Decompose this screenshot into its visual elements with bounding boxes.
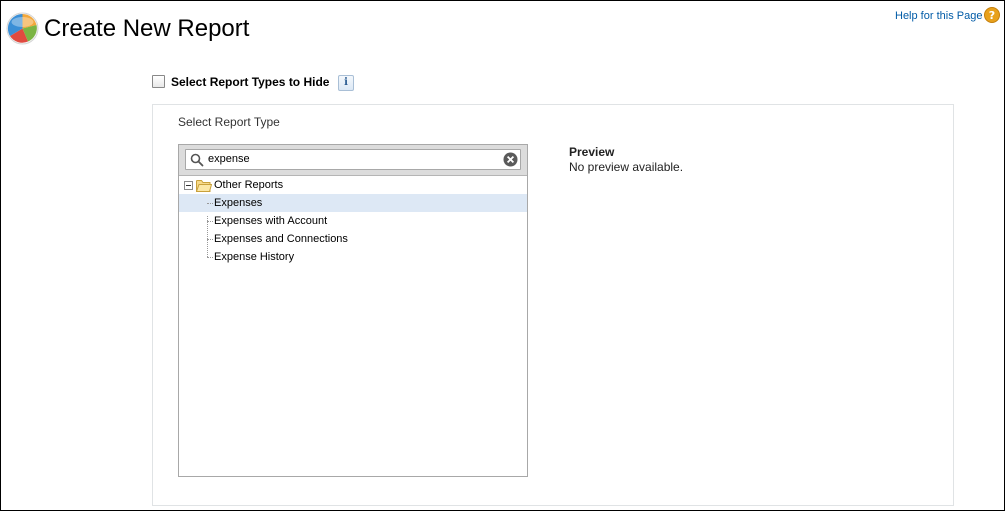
- tree-item-expenses-and-connections[interactable]: Expenses and Connections: [179, 230, 527, 248]
- tree-item-expenses[interactable]: Expenses: [179, 194, 527, 212]
- tree-item-expenses-with-account[interactable]: Expenses with Account: [179, 212, 527, 230]
- folder-open-icon: [196, 180, 212, 192]
- tree-item-label: Expenses with Account: [214, 215, 328, 227]
- search-icon: [190, 153, 204, 167]
- search-input[interactable]: [208, 151, 498, 167]
- tree-search-toolbar: [179, 145, 527, 176]
- hide-report-types-label[interactable]: Select Report Types to Hide: [171, 75, 329, 89]
- hide-report-types-checkbox[interactable]: [152, 75, 165, 88]
- tree-connector: [207, 203, 213, 204]
- tree-item-expense-history[interactable]: Expense History: [179, 248, 527, 266]
- clear-search-icon[interactable]: [503, 152, 518, 167]
- tree-list: Other Reports Expenses Expenses with Acc…: [179, 176, 527, 266]
- select-report-type-label: Select Report Type: [178, 115, 280, 129]
- info-icon[interactable]: i: [338, 75, 354, 91]
- preview-title: Preview: [569, 145, 615, 159]
- page-title: Create New Report: [44, 15, 250, 42]
- tree-folder-other-reports[interactable]: Other Reports: [179, 176, 527, 194]
- report-type-tree: Other Reports Expenses Expenses with Acc…: [178, 144, 528, 477]
- tree-connector: [207, 257, 213, 258]
- tree-item-label: Expenses and Connections: [214, 233, 348, 245]
- report-type-panel: Select Report Type expense Other Reports…: [152, 104, 954, 506]
- tree-folder-label: Other Reports: [214, 179, 284, 191]
- tree-connector: [207, 239, 213, 240]
- report-page: Create New Report Help for this Page ? S…: [0, 0, 1005, 511]
- help-link[interactable]: Help for this Page: [895, 10, 982, 22]
- reports-logo-icon: [6, 12, 39, 45]
- tree-item-label: Expense History: [214, 251, 295, 263]
- svg-text:?: ?: [989, 9, 995, 22]
- preview-text: No preview available.: [569, 160, 684, 174]
- tree-connector: [207, 221, 213, 222]
- tree-item-label: Expenses: [214, 197, 263, 209]
- collapse-icon[interactable]: [184, 181, 193, 190]
- help-icon[interactable]: ?: [984, 7, 1000, 23]
- search-box: [185, 149, 521, 170]
